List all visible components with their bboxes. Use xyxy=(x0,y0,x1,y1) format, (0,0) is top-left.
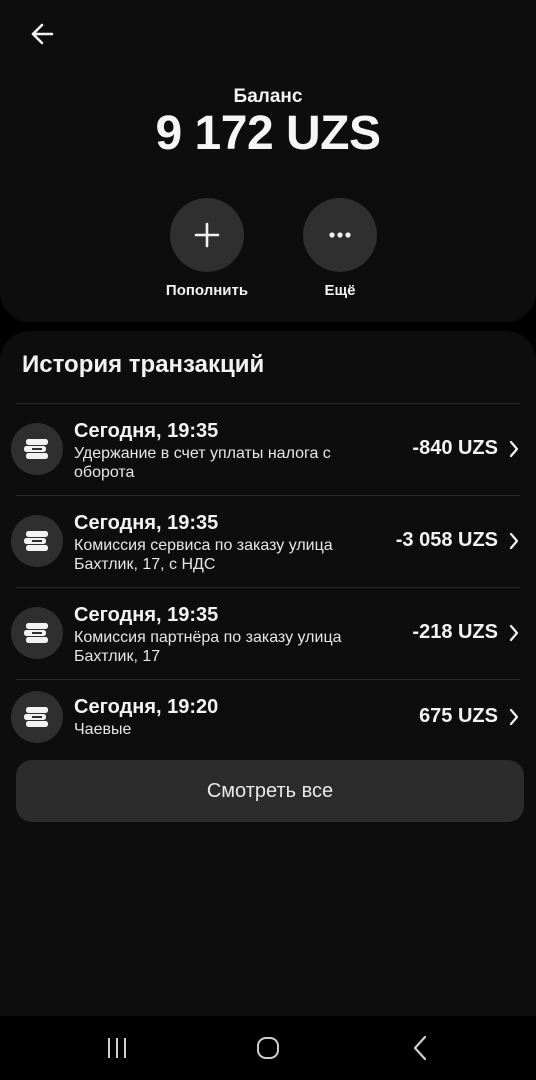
back-button[interactable] xyxy=(22,16,62,52)
chevron-right-icon xyxy=(509,532,519,550)
transaction-description: Комиссия партнёра по заказу улица Бахтлик… xyxy=(74,629,342,665)
transaction-date: Сегодня, 19:35 xyxy=(74,604,219,626)
transaction-history: История транзакций Сегодня, 19:35 Удержа… xyxy=(0,331,536,1031)
cash-stack-icon xyxy=(11,691,63,743)
arrow-left-icon xyxy=(31,23,54,45)
divider xyxy=(16,679,520,680)
screen: Баланс 9 172 UZS Пополнить Ещё История т xyxy=(0,0,536,1080)
more-action: Ещё xyxy=(280,198,400,299)
balance-amount: 9 172 UZS xyxy=(155,107,381,160)
view-all-button[interactable]: Смотреть все xyxy=(16,760,524,822)
divider xyxy=(16,495,520,496)
top-up-button[interactable] xyxy=(170,198,244,272)
more-label: Ещё xyxy=(324,282,356,299)
balance-label: Баланс xyxy=(233,86,303,107)
transaction-text: Сегодня, 19:35 Удержание в счет уплаты н… xyxy=(74,419,374,482)
more-button[interactable] xyxy=(303,198,377,272)
transaction-text: Сегодня, 19:20 Чаевые xyxy=(74,695,374,739)
cash-stack-icon xyxy=(11,515,63,567)
transaction-row[interactable]: Сегодня, 19:20 Чаевые 675 UZS xyxy=(0,679,536,771)
cash-stack-icon xyxy=(11,423,63,475)
transaction-list: Сегодня, 19:35 Удержание в счет уплаты н… xyxy=(0,403,536,771)
transaction-amount: 675 UZS xyxy=(419,705,498,727)
plus-icon xyxy=(194,222,220,248)
balance-card: Баланс 9 172 UZS Пополнить Ещё xyxy=(0,0,536,322)
chevron-right-icon xyxy=(509,440,519,458)
back-chevron-icon xyxy=(413,1035,427,1061)
transaction-text: Сегодня, 19:35 Комиссия сервиса по заказ… xyxy=(74,511,374,574)
more-dots-icon xyxy=(329,232,351,238)
transaction-date: Сегодня, 19:35 xyxy=(74,512,219,534)
divider xyxy=(16,403,520,404)
recent-apps-button[interactable] xyxy=(95,1032,139,1064)
top-up-action: Пополнить xyxy=(147,198,267,299)
recent-apps-icon xyxy=(108,1038,126,1058)
transaction-text: Сегодня, 19:35 Комиссия партнёра по зака… xyxy=(74,603,374,666)
transaction-row[interactable]: Сегодня, 19:35 Комиссия сервиса по заказ… xyxy=(0,495,536,587)
home-icon xyxy=(257,1037,279,1059)
transaction-description: Чаевые xyxy=(74,721,132,738)
chevron-right-icon xyxy=(509,624,519,642)
home-button[interactable] xyxy=(246,1032,290,1064)
top-up-label: Пополнить xyxy=(165,282,249,299)
transaction-row[interactable]: Сегодня, 19:35 Удержание в счет уплаты н… xyxy=(0,403,536,495)
transaction-description: Комиссия сервиса по заказу улица Бахтлик,… xyxy=(74,537,333,573)
transaction-amount: -3 058 UZS xyxy=(395,529,498,551)
divider xyxy=(16,587,520,588)
cash-stack-icon xyxy=(11,607,63,659)
transaction-description: Удержание в счет уплаты налога с оборота xyxy=(74,445,331,481)
transaction-row[interactable]: Сегодня, 19:35 Комиссия партнёра по зака… xyxy=(0,587,536,679)
history-title: История транзакций xyxy=(22,351,265,378)
transaction-date: Сегодня, 19:20 xyxy=(74,696,219,718)
system-back-button[interactable] xyxy=(398,1032,442,1064)
chevron-right-icon xyxy=(509,708,519,726)
transaction-date: Сегодня, 19:35 xyxy=(74,420,219,442)
transaction-amount: -218 UZS xyxy=(412,621,498,643)
system-nav-bar xyxy=(0,1016,536,1080)
transaction-amount: -840 UZS xyxy=(412,437,498,459)
